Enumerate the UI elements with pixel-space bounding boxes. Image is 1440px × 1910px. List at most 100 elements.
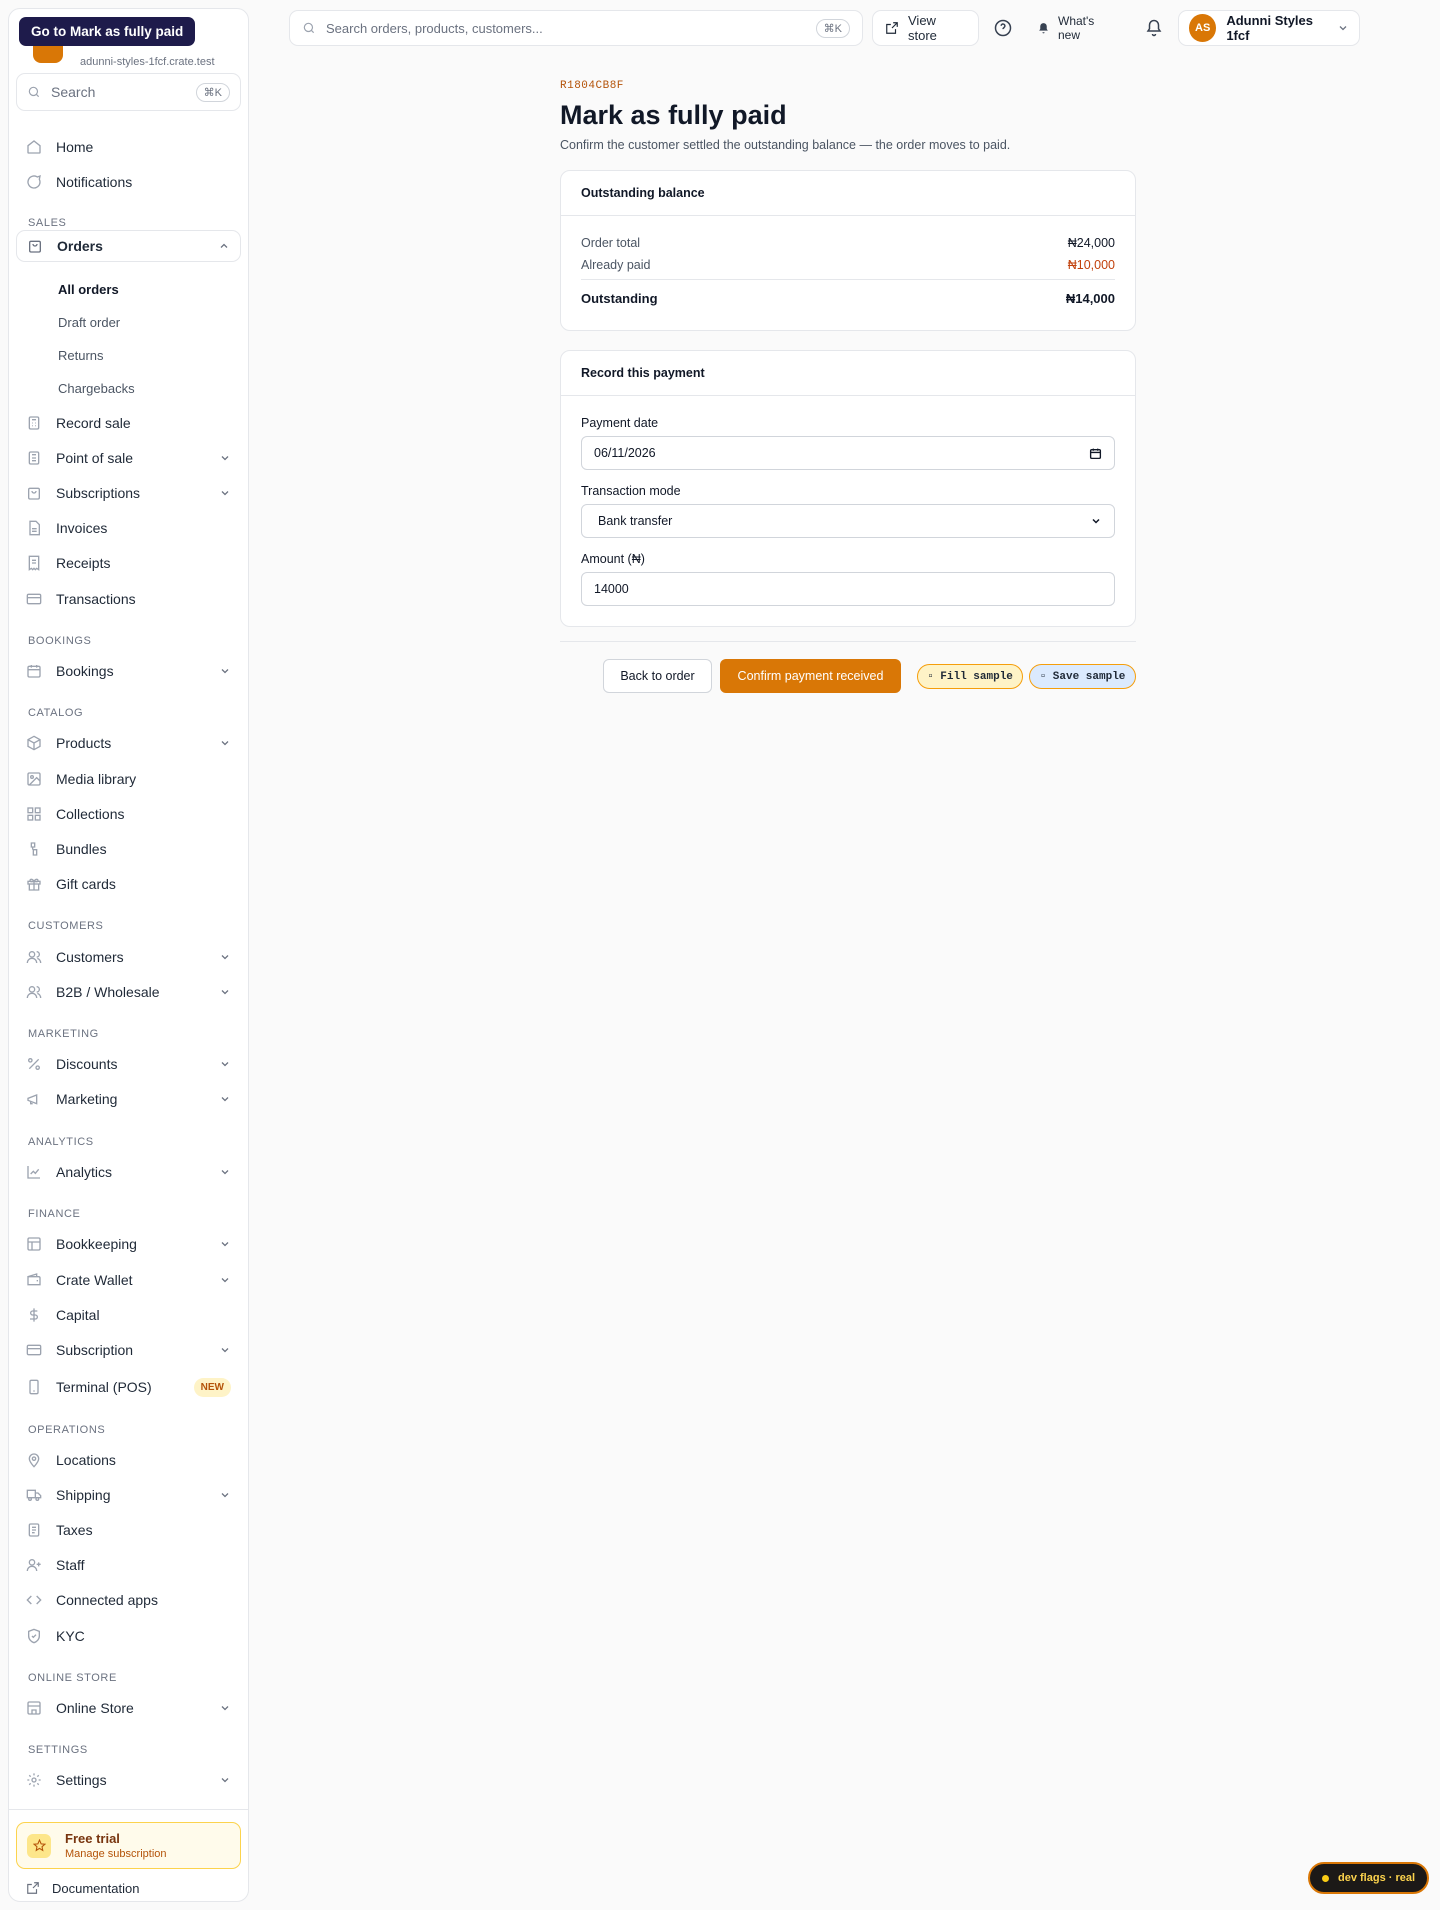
sidebar-item-label: Collections [56, 806, 125, 822]
sidebar-item-label: Connected apps [56, 1592, 158, 1608]
sidebar-item-transactions[interactable]: Transactions [16, 583, 241, 615]
sidebar-item-terminal-pos[interactable]: Terminal (POS) NEW [16, 1371, 241, 1403]
whats-new-button[interactable]: What's new [1037, 10, 1094, 46]
sidebar-item-home[interactable]: Home [16, 131, 241, 163]
sidebar-item-capital[interactable]: Capital [16, 1299, 241, 1331]
sidebar-item-label: Record sale [56, 415, 131, 431]
sidebar-item-record-sale[interactable]: Record sale [16, 407, 241, 439]
free-trial-card[interactable]: Free trial Manage subscription [16, 1822, 241, 1869]
account-switcher[interactable]: AS Adunni Styles 1fcf [1178, 10, 1360, 46]
amount-label: Amount (₦) [581, 552, 645, 566]
sidebar-item-marketing[interactable]: Marketing [16, 1083, 241, 1115]
sidebar-item-crate-wallet[interactable]: Crate Wallet [16, 1264, 241, 1296]
sidebar-divider [9, 1809, 248, 1810]
sidebar-item-connected-apps[interactable]: Connected apps [16, 1584, 241, 1616]
chevron-down-icon [219, 737, 231, 749]
confirm-payment-button[interactable]: Confirm payment received [720, 659, 901, 693]
sidebar-item-gift-cards[interactable]: Gift cards [16, 868, 241, 900]
order-total-row: Order total ₦24,000 [561, 236, 1135, 250]
bell-icon [1145, 19, 1163, 37]
sidebar-item-discounts[interactable]: Discounts [16, 1048, 241, 1080]
sidebar-item-bookings[interactable]: Bookings [16, 655, 241, 687]
gift-icon [26, 876, 42, 892]
sidebar-item-label: Orders [57, 238, 103, 254]
sidebar-item-shipping[interactable]: Shipping [16, 1479, 241, 1511]
sidebar-item-locations[interactable]: Locations [16, 1444, 241, 1476]
global-search-input[interactable]: Search orders, products, customers... ⌘K [289, 10, 863, 46]
sidebar-item-invoices[interactable]: Invoices [16, 512, 241, 544]
order-id: R1804CB8F [560, 80, 624, 92]
chevron-down-icon [219, 1344, 231, 1356]
fill-sample-button[interactable]: ▫ Fill sample [917, 664, 1023, 689]
actions-divider [560, 641, 1136, 642]
sidebar-subitem-returns[interactable]: Returns [58, 348, 104, 363]
sidebar-item-customers[interactable]: Customers [16, 941, 241, 973]
section-operations: OPERATIONS [28, 1424, 106, 1436]
sidebar-item-bundles[interactable]: Bundles [16, 833, 241, 865]
payment-date-label: Payment date [581, 416, 659, 430]
user-plus-icon [26, 1557, 42, 1573]
bundle-icon [26, 841, 42, 857]
sidebar-item-subscription[interactable]: Subscription [16, 1334, 241, 1366]
sidebar-item-collections[interactable]: Collections [16, 798, 241, 830]
sidebar-item-bookkeeping[interactable]: Bookkeeping [16, 1228, 241, 1260]
users-icon [26, 984, 42, 1000]
chevron-down-icon [219, 665, 231, 677]
sidebar-item-point-of-sale[interactable]: Point of sale [16, 442, 241, 474]
already-paid-label: Already paid [581, 258, 651, 272]
dev-flags-badge[interactable]: dev flags · real [1308, 1862, 1430, 1894]
documentation-link[interactable]: Documentation [16, 1877, 149, 1899]
tooltip: Go to Mark as fully paid [19, 17, 196, 46]
global-search-shortcut: ⌘K [815, 18, 850, 38]
sidebar-item-media-library[interactable]: Media library [16, 763, 241, 795]
chevron-down-icon [219, 1489, 231, 1501]
help-button[interactable] [994, 10, 1012, 46]
amount-input[interactable]: 14000 [581, 572, 1115, 606]
home-icon [26, 139, 42, 155]
payment-date-value: 06/11/2026 [594, 446, 656, 460]
sidebar-item-online-store[interactable]: Online Store [16, 1692, 241, 1724]
sidebar-item-label: Analytics [56, 1164, 113, 1180]
sidebar-item-taxes[interactable]: Taxes [16, 1514, 241, 1546]
notifications-button[interactable] [1145, 10, 1163, 46]
outstanding-balance-heading: Outstanding balance [561, 171, 1135, 216]
sidebar-subitem-chargebacks[interactable]: Chargebacks [58, 381, 135, 396]
sidebar-item-label: Bundles [56, 841, 107, 857]
chevron-down-icon [219, 951, 231, 963]
calendar-icon [26, 663, 42, 679]
sidebar-item-staff[interactable]: Staff [16, 1549, 241, 1581]
sidebar-item-subscriptions[interactable]: Subscriptions [16, 477, 241, 509]
outstanding-label: Outstanding [581, 291, 658, 306]
sidebar-subitem-all-orders[interactable]: All orders [58, 282, 119, 297]
users-icon [26, 949, 42, 965]
sidebar-item-label: Customers [56, 949, 124, 965]
sidebar-item-receipts[interactable]: Receipts [16, 547, 241, 579]
receipt-icon [26, 1522, 42, 1538]
sidebar-item-kyc[interactable]: KYC [16, 1620, 241, 1652]
external-link-icon [26, 1881, 40, 1895]
sidebar-item-label: KYC [56, 1628, 85, 1644]
order-total-value: ₦24,000 [1067, 236, 1115, 250]
sidebar-search[interactable]: Search ⌘K [16, 73, 241, 111]
back-to-order-button[interactable]: Back to order [603, 659, 712, 693]
save-sample-button[interactable]: ▫ Save sample [1029, 664, 1136, 689]
transaction-mode-select[interactable]: Bank transfer [581, 504, 1115, 538]
sidebar-item-notifications[interactable]: Notifications [16, 166, 241, 198]
sidebar-item-analytics[interactable]: Analytics [16, 1156, 241, 1188]
sidebar-item-label: Staff [56, 1557, 85, 1573]
sidebar-subitem-draft-order[interactable]: Draft order [58, 315, 120, 330]
payment-date-field[interactable]: 06/11/2026 [581, 436, 1115, 470]
sidebar-item-label: Discounts [56, 1056, 118, 1072]
sidebar-item-b2b-wholesale[interactable]: B2B / Wholesale [16, 976, 241, 1008]
sidebar-item-settings[interactable]: Settings [16, 1764, 241, 1796]
calendar-icon[interactable] [1089, 447, 1102, 460]
search-icon [27, 85, 41, 99]
sidebar-item-orders[interactable]: Orders [16, 230, 241, 262]
sidebar-item-label: Bookkeeping [56, 1236, 137, 1252]
sidebar-item-label: Notifications [56, 174, 133, 190]
sidebar-item-products[interactable]: Products [16, 727, 241, 759]
dev-flags-label: dev flags · real [1338, 1872, 1416, 1884]
view-store-button[interactable]: View store [872, 10, 979, 46]
manage-subscription-link[interactable]: Manage subscription [65, 1848, 167, 1860]
dollar-sign-icon [26, 1307, 42, 1323]
